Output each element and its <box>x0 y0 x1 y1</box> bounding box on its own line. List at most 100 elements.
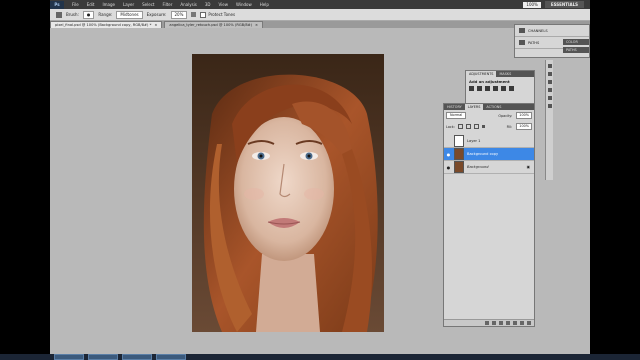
menu-window[interactable]: Window <box>232 0 256 9</box>
range-label: Range: <box>98 12 113 17</box>
exposure-field[interactable]: 20% <box>170 10 188 19</box>
dodge-tool-icon[interactable] <box>56 11 62 18</box>
eye-icon[interactable]: ● <box>446 165 451 170</box>
menu-layer[interactable]: Layer <box>119 0 138 9</box>
menu-file[interactable]: File <box>68 0 83 9</box>
new-layer-icon[interactable] <box>520 321 524 325</box>
channels-label: CHANNELS <box>528 28 548 33</box>
visibility-toggle[interactable] <box>446 139 451 144</box>
adjustment-icons <box>466 86 534 91</box>
layer-name: Background <box>467 165 489 169</box>
adjustments-panel: ADJUSTMENTS MASKS Add an adjustment <box>465 70 535 104</box>
tab-actions[interactable]: ACTIONS <box>483 104 504 110</box>
menu-help[interactable]: Help <box>256 0 273 9</box>
layer-row-background[interactable]: ● Background ▣ <box>444 161 534 174</box>
curves-icon[interactable] <box>485 86 490 91</box>
tab-masks[interactable]: MASKS <box>496 71 514 77</box>
layer-name: Layer 1 <box>467 139 481 143</box>
taskbar-button[interactable] <box>122 354 152 360</box>
vibrance-icon[interactable] <box>501 86 506 91</box>
right-letterbox <box>590 0 640 360</box>
range-select[interactable]: Midtones <box>116 10 143 19</box>
brush-preset-icon[interactable] <box>547 88 552 92</box>
close-icon[interactable]: × <box>255 23 258 27</box>
menu-analysis[interactable]: Analysis <box>176 0 200 9</box>
menu-select[interactable]: Select <box>138 0 158 9</box>
taskbar-button[interactable] <box>156 354 186 360</box>
hue-saturation-icon[interactable] <box>509 86 514 91</box>
blend-row: Normal Opacity: 100% <box>444 110 534 121</box>
layers-panel: HISTORY LAYERS ACTIONS Normal Opacity: 1… <box>443 103 535 327</box>
exposure-label: Exposure: <box>146 12 167 17</box>
protect-tones-checkbox[interactable]: Protect Tones <box>200 11 235 18</box>
paths-label: PATHS <box>528 40 540 45</box>
character-icon[interactable] <box>547 104 552 108</box>
layers-footer <box>444 319 534 326</box>
paths-icon <box>519 40 525 45</box>
menu-filter[interactable]: Filter <box>158 0 176 9</box>
taskbar-button[interactable] <box>88 354 118 360</box>
adjustments-title: Add an adjustment <box>469 79 510 84</box>
info-icon[interactable] <box>547 80 552 84</box>
taskbar-button[interactable] <box>54 354 84 360</box>
histogram-icon[interactable] <box>547 64 552 68</box>
link-layers-icon[interactable] <box>485 321 489 325</box>
new-group-icon[interactable] <box>513 321 517 325</box>
layer-thumbnail <box>454 148 464 160</box>
layer-style-icon[interactable] <box>492 321 496 325</box>
menu-3d[interactable]: 3D <box>201 0 215 9</box>
clone-source-icon[interactable] <box>547 96 552 100</box>
brightness-contrast-icon[interactable] <box>469 86 474 91</box>
lock-image-icon[interactable] <box>465 124 471 129</box>
layer-thumbnail <box>454 161 464 173</box>
layer-row-background-copy[interactable]: ● Background copy <box>444 148 534 161</box>
workspace-switcher[interactable]: ESSENTIALS <box>544 1 584 8</box>
airbrush-icon[interactable] <box>191 12 197 17</box>
menu-bar: Ps File Edit Image Layer Select Filter A… <box>50 0 590 9</box>
navigator-icon[interactable] <box>547 72 552 76</box>
lock-all-icon[interactable] <box>481 125 485 128</box>
add-mask-icon[interactable] <box>499 321 503 325</box>
tab-pixel-final[interactable]: pixel_final.psd @ 100% (Background copy,… <box>50 21 163 28</box>
channels-icon <box>519 28 525 33</box>
tab-layers[interactable]: LAYERS <box>464 104 484 110</box>
layer-row-layer-1[interactable]: Layer 1 <box>444 135 534 148</box>
tab-angelica-retouch[interactable]: angelica_tyler_retouch.psd @ 100% (RGB/8… <box>164 21 264 28</box>
options-bar: Brush: ● Range: Midtones Exposure: 20% P… <box>50 9 590 21</box>
lock-transparent-icon[interactable] <box>457 124 463 129</box>
new-adjustment-icon[interactable] <box>506 321 510 325</box>
channels-row[interactable]: CHANNELS <box>515 25 589 37</box>
levels-icon[interactable] <box>477 86 482 91</box>
brush-label: Brush: <box>66 12 79 17</box>
tab-history[interactable]: HISTORY <box>444 104 465 110</box>
layers-list: Layer 1 ● Background copy ● Background ▣ <box>444 135 534 174</box>
menu-edit[interactable]: Edit <box>83 0 99 9</box>
opacity-label: Opacity: <box>498 113 513 118</box>
paths-tab-head: PATHS <box>563 47 589 53</box>
eye-icon[interactable]: ● <box>446 152 451 157</box>
lock-icon: ▣ <box>526 165 530 169</box>
document-tabs: pixel_final.psd @ 100% (Background copy,… <box>50 21 590 28</box>
layer-thumbnail <box>454 135 464 147</box>
zoom-level[interactable]: 100% <box>523 1 541 8</box>
blend-mode-select[interactable]: Normal <box>446 112 467 119</box>
channels-panel: CHANNELS PATHS COLOR PATHS <box>514 24 590 58</box>
tab-color[interactable]: COLOR <box>563 39 581 45</box>
exposure-icon[interactable] <box>493 86 498 91</box>
fill-field[interactable]: 100% <box>516 123 532 130</box>
lock-position-icon[interactable] <box>473 124 479 129</box>
opacity-field[interactable]: 100% <box>516 112 532 119</box>
menu-view[interactable]: View <box>215 0 233 9</box>
portrait-photo[interactable] <box>192 54 384 332</box>
brush-picker[interactable]: ● <box>82 10 95 19</box>
tab-adjustments[interactable]: ADJUSTMENTS <box>466 71 497 77</box>
lock-row: Lock: Fill: 100% <box>444 121 534 132</box>
menu-image[interactable]: Image <box>98 0 119 9</box>
tab-paths[interactable]: PATHS <box>563 47 580 53</box>
os-taskbar <box>0 354 640 360</box>
lock-label: Lock: <box>446 124 455 129</box>
app-logo: Ps <box>50 0 64 9</box>
trash-icon[interactable] <box>527 321 531 325</box>
fill-label: Fill: <box>506 124 513 129</box>
close-icon[interactable]: × <box>154 23 157 27</box>
